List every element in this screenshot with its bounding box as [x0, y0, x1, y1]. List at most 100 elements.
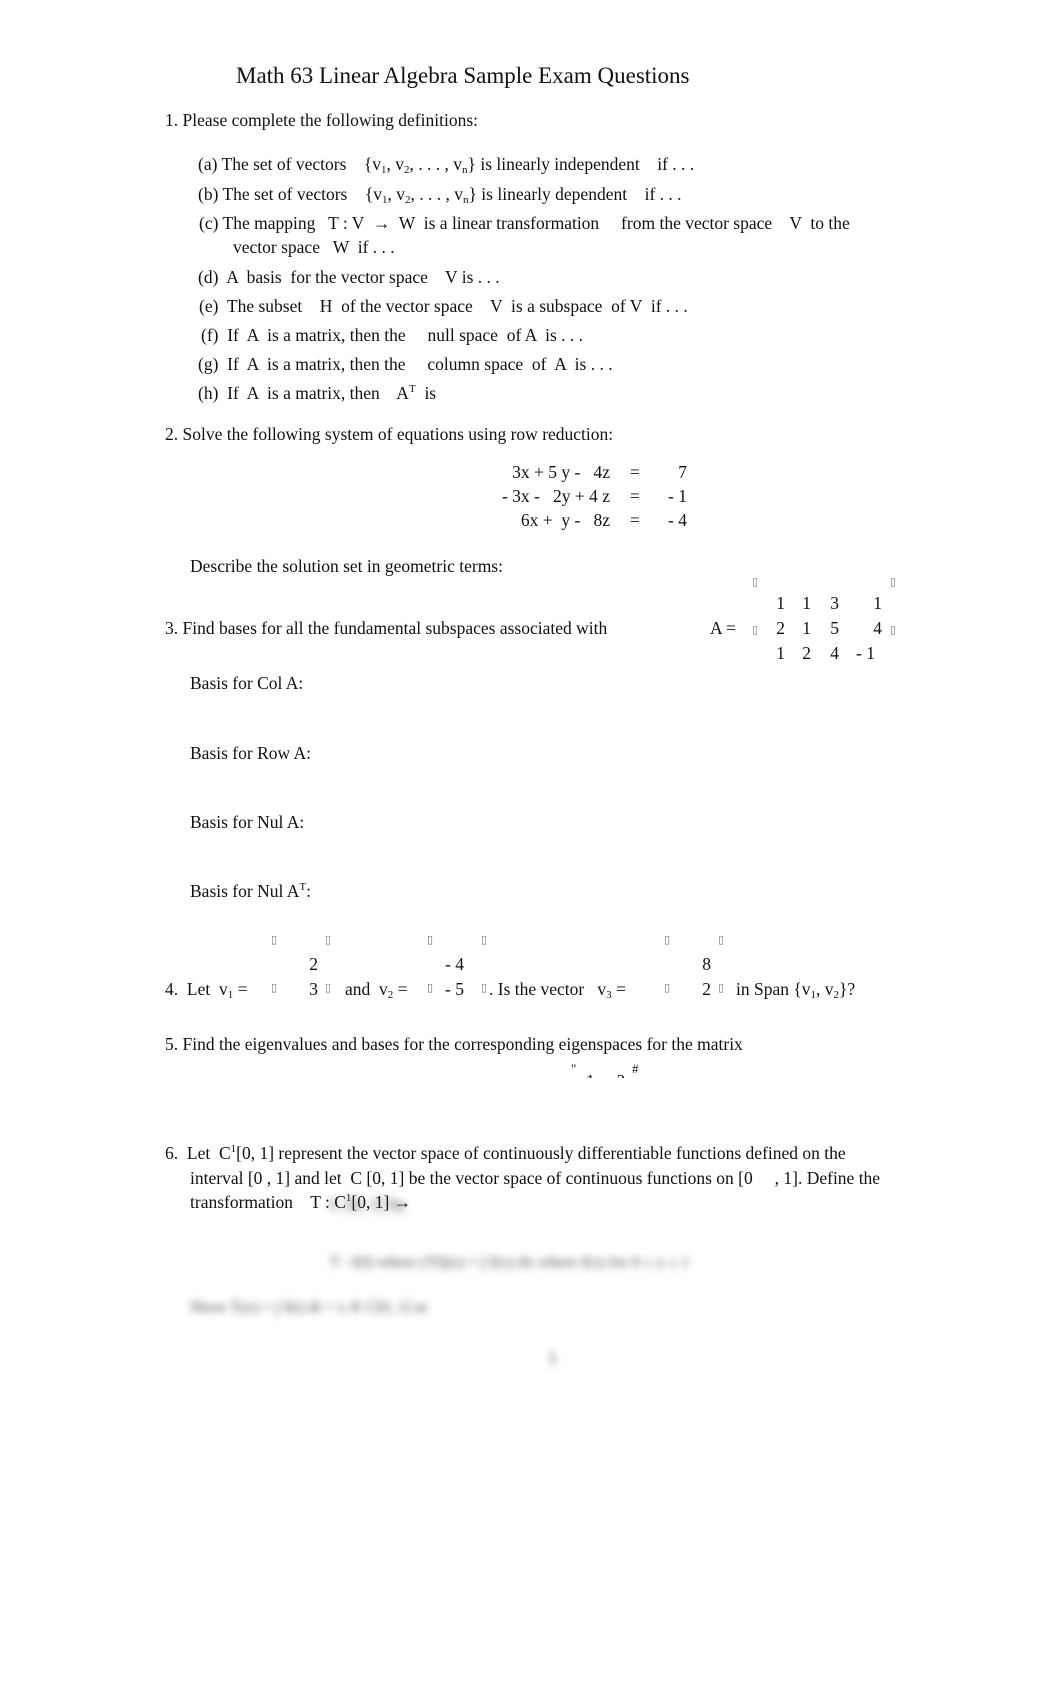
- matrix-cell: 2: [776, 618, 785, 638]
- matrix-cell: 4: [830, 643, 839, 663]
- item-text: is: [424, 383, 437, 403]
- basis-row-label: Basis for Row A:: [190, 743, 312, 763]
- item-label: (c): [199, 213, 219, 233]
- item-text: If A is a matrix, then A: [227, 383, 409, 403]
- blurred-formula: T : f(f) where (Tf)(x) = ∫ f(x) dx where…: [330, 1254, 690, 1271]
- q1-item-d: (d) A basis for the vector space V is . …: [198, 267, 500, 287]
- bracket-glyph: ▯: [481, 981, 488, 994]
- vector-name: v: [597, 979, 607, 999]
- vector-entry: - 5: [445, 979, 464, 999]
- q6-line-2: interval [0 , 1] and let C [0, 1] be the…: [190, 1168, 881, 1188]
- vector-set: {v1, v2, . . . , vn}: [363, 154, 476, 176]
- equation-equals: =: [630, 486, 640, 506]
- q1-item-a: (a) The set of vectors {v1, v2, . . . , …: [198, 154, 695, 176]
- matrix-cell: 3: [830, 593, 839, 613]
- equation-rhs: 7: [678, 462, 687, 482]
- matrix-bracket-right: #: [632, 1062, 639, 1076]
- matrix-cell: - 1: [856, 643, 875, 663]
- q1-item-c: (c) The mapping T : V → W is a linear tr…: [199, 213, 850, 233]
- q1-item-g: (g) If A is a matrix, then the column sp…: [198, 354, 613, 374]
- text: [0, 1] represent the vector space of con…: [236, 1143, 846, 1163]
- vector-entry: 3: [309, 979, 318, 999]
- bracket-glyph: ▯: [890, 575, 897, 588]
- label-text: :: [306, 881, 311, 901]
- item-label: (h): [198, 383, 219, 403]
- q4-mid: . Is the vector v3 =: [489, 979, 626, 1001]
- vector-entry: - 4: [445, 954, 464, 974]
- blurred-text: C [0, 1] by: [330, 1194, 406, 1214]
- q1-item-f: (f) If A is a matrix, then the null spac…: [201, 325, 584, 345]
- q1-prompt: 1. Please complete the following definit…: [165, 110, 478, 130]
- item-tail: if . . .: [657, 154, 695, 174]
- item-text: The set of vectors: [222, 184, 348, 204]
- item-text: The mapping T : V → W is a linear transf…: [222, 213, 850, 233]
- and-text: and: [345, 979, 371, 999]
- item-text: is linearly dependent: [481, 184, 628, 204]
- basis-nul-label: Basis for Nul A:: [190, 812, 305, 832]
- item-tail: if . . .: [644, 184, 682, 204]
- vector-entry: 2: [309, 954, 318, 974]
- transpose-superscript: T: [408, 383, 416, 395]
- q2-prompt: 2. Solve the following system of equatio…: [165, 424, 614, 444]
- bracket-glyph: ▯: [325, 981, 332, 994]
- item-text: The set of vectors: [221, 154, 347, 174]
- mid-text: . Is the vector: [489, 979, 585, 999]
- matrix-cell: 5: [830, 618, 839, 638]
- item-label: (a): [198, 154, 218, 174]
- text: transformation T : C: [190, 1192, 346, 1212]
- matrix-cell: 1: [873, 593, 882, 613]
- text: 6. Let C: [165, 1143, 231, 1163]
- q6-line-1: 6. Let C1[0, 1] represent the vector spa…: [165, 1143, 846, 1163]
- item-text: If A is a matrix, then the column space …: [227, 354, 613, 374]
- bracket-glyph: ▯: [664, 933, 671, 946]
- q3-prompt: 3. Find bases for all the fundamental su…: [165, 618, 608, 638]
- bracket-glyph: ▯: [718, 981, 725, 994]
- equation-equals: =: [630, 462, 640, 482]
- q1-item-e: (e) The subset H of the vector space V i…: [199, 296, 688, 316]
- item-label: (d): [198, 267, 219, 287]
- bracket-glyph: ▯: [481, 933, 488, 946]
- blurred-page-number: 1: [548, 1348, 557, 1368]
- equation-lhs: 3x + 5 y - 4z: [512, 462, 610, 482]
- equation-lhs: 6x + y - 8z: [520, 510, 610, 530]
- q5-prompt: 5. Find the eigenvalues and bases for th…: [165, 1034, 743, 1054]
- vector-entry: 2: [702, 979, 711, 999]
- q4-tail: in Span {v1, v2}?: [736, 979, 856, 1001]
- bracket-glyph: ▯: [752, 623, 759, 636]
- item-label: (e): [199, 296, 219, 316]
- item-label: (f): [201, 325, 219, 345]
- vector-entry: 8: [702, 954, 711, 974]
- equation-equals: =: [630, 510, 640, 530]
- vector-subscript: 2: [387, 989, 394, 1001]
- blurred-formula: Show T(x) = ∫ f(t) dt = x ∈ C[0, 1] at: [190, 1299, 427, 1316]
- bracket-glyph: ▯: [890, 623, 897, 636]
- bracket-glyph: ▯: [427, 933, 434, 946]
- q5-matrix-clipped: " # 1 2: [0, 1062, 1062, 1078]
- q1-item-b: (b) The set of vectors {v1, v2, . . . , …: [198, 184, 682, 206]
- page-title: Math 63 Linear Algebra Sample Exam Quest…: [236, 63, 690, 88]
- item-text: The subset H of the vector space V is a …: [226, 296, 688, 316]
- basis-nul-transpose-label: Basis for Nul AT:: [190, 881, 311, 901]
- bracket-glyph: ▯: [271, 933, 278, 946]
- equation-rhs: - 1: [668, 486, 687, 506]
- vector-name: v: [379, 979, 388, 999]
- vector-set: {v1, v2, . . . , vn}: [364, 184, 477, 206]
- label-text: Basis for Nul A: [190, 881, 300, 901]
- basis-col-label: Basis for Col A:: [190, 673, 304, 693]
- matrix-cell: 1: [802, 618, 811, 638]
- item-label: (g): [198, 354, 219, 374]
- bracket-glyph: ▯: [718, 933, 725, 946]
- vector-subscript: 1: [227, 989, 234, 1001]
- q4-lead: 4. Let v1 =: [165, 979, 248, 1001]
- bracket-glyph: ▯: [271, 981, 278, 994]
- equation-rhs: - 4: [668, 510, 687, 530]
- vector-subscript: 3: [606, 989, 612, 1001]
- bracket-glyph: ▯: [752, 575, 759, 588]
- equation-lhs: - 3x - 2y + 4 z: [501, 486, 610, 506]
- item-text: A basis for the vector space V is . . .: [226, 267, 500, 287]
- matrix-cell: 1: [776, 643, 785, 663]
- item-text: is linearly independent: [480, 154, 640, 174]
- item-text: If A is a matrix, then the null space of…: [227, 325, 584, 345]
- vector-name: v: [218, 979, 228, 999]
- bracket-glyph: ▯: [664, 981, 671, 994]
